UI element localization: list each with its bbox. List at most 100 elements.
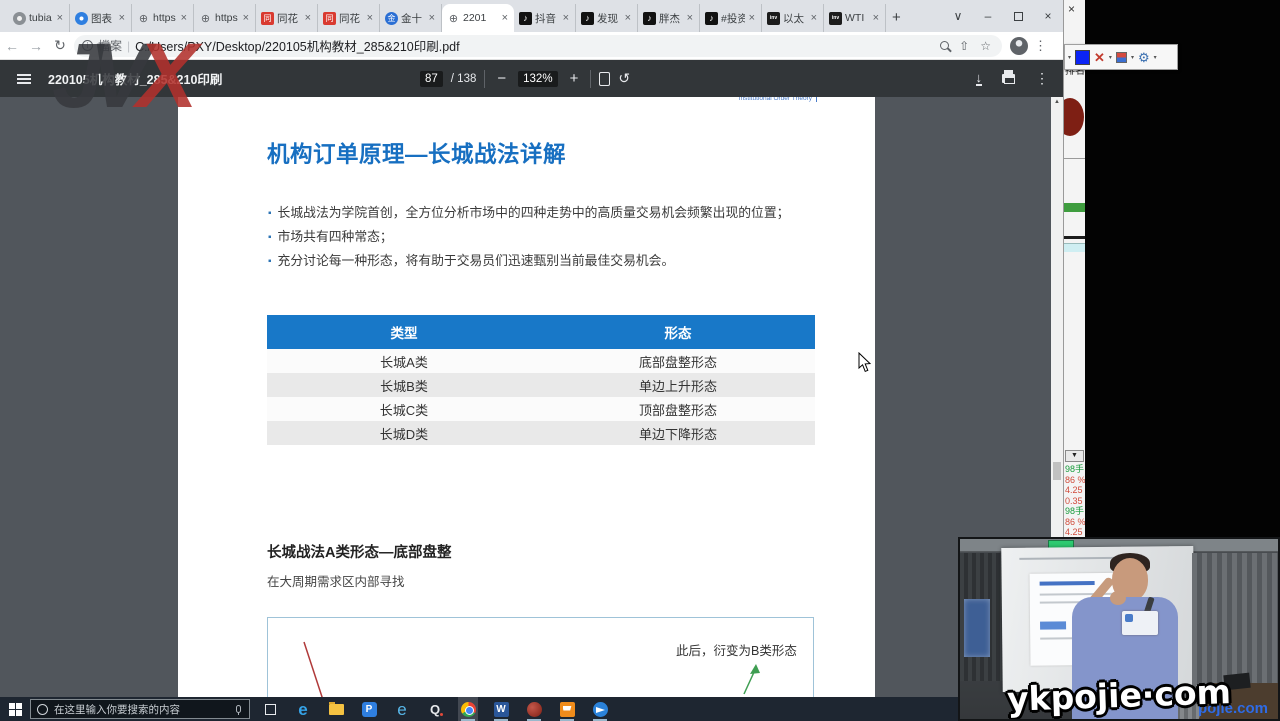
tab-胖杰[interactable]: ♪胖杰× bbox=[638, 4, 700, 32]
close-icon[interactable]: × bbox=[1068, 2, 1075, 16]
tab-发现[interactable]: ♪发现× bbox=[576, 4, 638, 32]
pdf-page-controls: 87 / 138 − 132% + ↺ bbox=[420, 70, 630, 88]
zoom-out-button[interactable]: − bbox=[493, 70, 510, 87]
quote-list: 98手86 %4.250.3598手86 %4.25 bbox=[1065, 464, 1085, 537]
taskbar-media-player-icon[interactable] bbox=[524, 697, 544, 721]
tab-2201[interactable]: ⊕2201× bbox=[442, 4, 514, 32]
rotate-icon[interactable]: ↺ bbox=[618, 70, 630, 87]
bookmark-star-icon[interactable]: ☆ bbox=[977, 39, 994, 53]
color-swatch-button[interactable] bbox=[1075, 50, 1090, 65]
chart-figure: 此后，衍变为B类形态 bbox=[267, 617, 814, 697]
tab-label: 抖音 bbox=[535, 11, 559, 26]
tab-金十[interactable]: 金金十× bbox=[380, 4, 442, 32]
zoom-in-button[interactable]: + bbox=[566, 70, 583, 87]
scrollbar-thumb[interactable] bbox=[1053, 462, 1061, 480]
close-tab-icon[interactable]: × bbox=[501, 12, 509, 24]
close-button[interactable]: × bbox=[1033, 0, 1063, 32]
table-header-cell: 类型 bbox=[267, 315, 541, 349]
close-tab-icon[interactable]: × bbox=[180, 12, 188, 24]
close-tab-icon[interactable]: × bbox=[624, 12, 632, 24]
taskbar-word-icon[interactable]: W bbox=[491, 697, 511, 721]
chevron-down-icon[interactable]: ▾ bbox=[1131, 54, 1134, 61]
search-tabs-button[interactable]: ∨ bbox=[943, 0, 973, 32]
new-tab-button[interactable]: + bbox=[892, 9, 901, 26]
annotation-toolbar[interactable]: ▾ ✕ ▾ ▾ ⚙ ▾ bbox=[1064, 44, 1178, 70]
quote-value: 0.35 bbox=[1065, 496, 1085, 507]
tab-label: 同花 bbox=[339, 11, 363, 26]
microphone-icon[interactable] bbox=[236, 705, 241, 713]
taskbar-pp-assistant-icon[interactable]: P bbox=[359, 697, 379, 721]
table-cell: 长城A类 bbox=[267, 349, 541, 373]
print-icon[interactable] bbox=[1002, 74, 1015, 83]
maximize-button[interactable] bbox=[1003, 0, 1033, 32]
start-button[interactable] bbox=[0, 697, 30, 721]
back-icon[interactable]: ← bbox=[0, 38, 24, 54]
taskbar-search[interactable]: 在这里输入你要搜索的内容 bbox=[30, 699, 250, 719]
pdf-viewport[interactable]: Institutional Order Theory 机构订单原理—长城战法详解… bbox=[0, 97, 1051, 697]
bullet-marker: ▪ bbox=[268, 208, 272, 219]
browser-menu-icon[interactable]: ⋮ bbox=[1034, 38, 1047, 54]
close-tab-icon[interactable]: × bbox=[686, 12, 694, 24]
close-tab-icon[interactable]: × bbox=[810, 12, 818, 24]
close-tab-icon[interactable]: × bbox=[748, 12, 756, 24]
tab-#投资[interactable]: ♪#投资× bbox=[700, 4, 762, 32]
close-tab-icon[interactable]: × bbox=[118, 12, 126, 24]
page-number-input[interactable]: 87 bbox=[420, 71, 443, 87]
chevron-down-icon[interactable]: ▾ bbox=[1068, 54, 1071, 61]
tab-https[interactable]: ⊕https× bbox=[194, 4, 256, 32]
download-icon[interactable]: ↓ bbox=[976, 72, 983, 86]
taskbar-internet-explorer-icon[interactable]: e bbox=[392, 697, 412, 721]
tab-以太[interactable]: inv以太× bbox=[762, 4, 824, 32]
close-tab-icon[interactable]: × bbox=[428, 12, 436, 24]
tab-同花[interactable]: 同同花× bbox=[256, 4, 318, 32]
pdf-menu-icon[interactable]: ⋮ bbox=[1035, 70, 1049, 87]
tab-tubia[interactable]: tubia× bbox=[8, 4, 70, 32]
taskbar-edge-icon[interactable]: e bbox=[293, 697, 313, 721]
page-info-icon[interactable]: i bbox=[82, 40, 93, 51]
tab-label: 2201 bbox=[463, 12, 498, 24]
taskbar-qq-icon[interactable]: Q bbox=[425, 697, 445, 721]
taskbar-shopping-cart-icon[interactable] bbox=[557, 697, 577, 721]
menu-icon[interactable] bbox=[17, 74, 31, 84]
gear-icon[interactable]: ⚙ bbox=[1138, 51, 1150, 64]
url-text[interactable]: C:/Users/PXY/Desktop/220105机构教材_285&210印… bbox=[135, 36, 935, 55]
tab-图表[interactable]: 图表× bbox=[70, 4, 132, 32]
zoom-icon[interactable] bbox=[940, 41, 949, 50]
dropdown-button[interactable]: ▼ bbox=[1065, 450, 1084, 462]
close-tab-icon[interactable]: × bbox=[872, 12, 880, 24]
forward-icon[interactable]: → bbox=[24, 38, 48, 54]
tab-抖音[interactable]: ♪抖音× bbox=[514, 4, 576, 32]
reload-icon[interactable]: ↻ bbox=[48, 37, 72, 54]
capture-tool-button[interactable] bbox=[1116, 52, 1127, 63]
presenter-video-overlay[interactable]: pojie.com ykpojie·com bbox=[958, 537, 1280, 721]
zoom-level[interactable]: 132% bbox=[518, 71, 557, 87]
close-tab-icon[interactable]: × bbox=[56, 12, 64, 24]
taskbar-chrome-icon[interactable] bbox=[458, 697, 478, 721]
share-icon[interactable]: ⇧ bbox=[956, 39, 972, 53]
taskbar-file-explorer-icon[interactable] bbox=[326, 697, 346, 721]
fit-page-icon[interactable] bbox=[599, 72, 610, 86]
pdf-page: Institutional Order Theory 机构订单原理—长城战法详解… bbox=[178, 97, 875, 697]
close-tab-icon[interactable]: × bbox=[304, 12, 312, 24]
taskbar-tim-icon[interactable] bbox=[590, 697, 610, 721]
close-tab-icon[interactable]: × bbox=[366, 12, 374, 24]
tab-同花[interactable]: 同同花× bbox=[318, 4, 380, 32]
table-header-cell: 形态 bbox=[541, 315, 815, 349]
profile-avatar[interactable] bbox=[1010, 37, 1028, 55]
tab-label: 胖杰 bbox=[659, 11, 683, 26]
close-tab-icon[interactable]: × bbox=[242, 12, 250, 24]
chevron-down-icon[interactable]: ▾ bbox=[1154, 54, 1157, 61]
minimize-button[interactable]: – bbox=[973, 0, 1003, 32]
tab-WTI[interactable]: invWTI× bbox=[824, 4, 886, 32]
tab-label: 发现 bbox=[597, 11, 621, 26]
browser-window: tubia×图表×⊕https×⊕https×同同花×同同花×金金十×⊕2201… bbox=[0, 0, 1063, 697]
url-field[interactable]: i 檔案 | C:/Users/PXY/Desktop/220105机构教材_2… bbox=[74, 35, 1002, 57]
taskbar-task-view-icon[interactable] bbox=[260, 697, 280, 721]
side-app-window[interactable]: × 排名 ▼ 98手86 %4.250.3598手86 %4.25 bbox=[1063, 0, 1085, 537]
scroll-up-icon[interactable]: ▲ bbox=[1051, 99, 1063, 105]
chevron-down-icon[interactable]: ▾ bbox=[1109, 54, 1112, 61]
close-tab-icon[interactable]: × bbox=[562, 12, 570, 24]
tab-https[interactable]: ⊕https× bbox=[132, 4, 194, 32]
delete-annotation-button[interactable]: ✕ bbox=[1094, 51, 1105, 64]
table-cell: 底部盘整形态 bbox=[541, 349, 815, 373]
